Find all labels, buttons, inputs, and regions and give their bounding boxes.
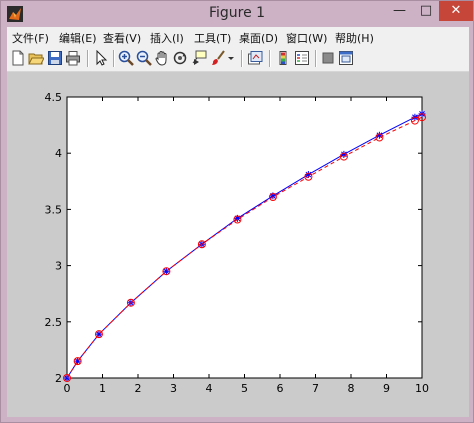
zoom-out-icon[interactable] xyxy=(136,50,152,66)
x-tick-label: 5 xyxy=(241,382,248,395)
legend-icon[interactable] xyxy=(294,50,310,66)
maximize-button[interactable]: □ xyxy=(413,1,439,21)
x-tick-label: 3 xyxy=(170,382,177,395)
x-tick-label: 1 xyxy=(99,382,106,395)
x-tick-label: 0 xyxy=(64,382,71,395)
toolbar-separator xyxy=(113,50,115,67)
y-tick-label: 2 xyxy=(55,372,62,385)
brush-icon[interactable] xyxy=(210,50,226,66)
link-plot-icon[interactable] xyxy=(247,50,263,66)
title-bar[interactable]: Figure 1 — □ ✕ xyxy=(1,1,473,27)
x-tick-label: 9 xyxy=(383,382,390,395)
hide-plot-tools-icon[interactable] xyxy=(320,50,336,66)
menu-tools[interactable]: 工具(T) xyxy=(194,30,231,46)
menu-edit[interactable]: 编辑(E) xyxy=(59,30,97,46)
y-tick-label: 4.5 xyxy=(45,91,63,104)
menu-help[interactable]: 帮助(H) xyxy=(335,30,374,46)
y-tick-label: 4 xyxy=(55,147,62,160)
toolbar-separator xyxy=(87,50,89,67)
zoom-in-icon[interactable] xyxy=(118,50,134,66)
colorbar-icon[interactable] xyxy=(275,50,291,66)
figure-window: Figure 1 — □ ✕ 文件(F) 编辑(E) 查看(V) 插入(I) 工… xyxy=(0,0,474,423)
x-tick-label: 8 xyxy=(348,382,355,395)
axes-box[interactable] xyxy=(66,96,423,379)
menu-window[interactable]: 窗口(W) xyxy=(286,30,327,46)
brush-dropdown-icon[interactable] xyxy=(227,50,235,66)
menu-insert[interactable]: 插入(I) xyxy=(150,30,184,46)
x-tick-label: 10 xyxy=(415,382,429,395)
x-tick-label: 7 xyxy=(312,382,319,395)
menu-file[interactable]: 文件(F) xyxy=(12,30,49,46)
figure-canvas: 0 1 2 3 4 5 6 7 8 9 10 2 2.5 3 3.5 4 4.5 xyxy=(7,72,469,417)
save-icon[interactable] xyxy=(47,50,63,66)
menu-desktop[interactable]: 桌面(D) xyxy=(239,30,278,46)
menu-view[interactable]: 查看(V) xyxy=(103,30,141,46)
new-figure-icon[interactable] xyxy=(10,50,26,66)
x-tick-label: 4 xyxy=(206,382,213,395)
pointer-icon[interactable] xyxy=(93,50,109,66)
x-tick-label: 6 xyxy=(277,382,284,395)
y-tick-label: 2.5 xyxy=(45,316,63,329)
show-plot-tools-icon[interactable] xyxy=(338,50,354,66)
plot-svg: 0 1 2 3 4 5 6 7 8 9 10 2 2.5 3 3.5 4 4.5 xyxy=(45,91,430,395)
toolbar-separator xyxy=(269,50,271,67)
print-icon[interactable] xyxy=(65,50,81,66)
toolbar-separator xyxy=(315,50,317,67)
y-tick-label: 3 xyxy=(55,260,62,273)
figure-toolbar xyxy=(7,46,469,72)
open-file-icon[interactable] xyxy=(28,50,44,66)
toolbar-separator xyxy=(241,50,243,67)
pan-hand-icon[interactable] xyxy=(154,50,170,66)
close-button[interactable]: ✕ xyxy=(439,1,473,21)
x-tick-label: 2 xyxy=(135,382,142,395)
minimize-button[interactable]: — xyxy=(386,1,413,21)
data-cursor-icon[interactable] xyxy=(191,50,207,66)
menu-bar: 文件(F) 编辑(E) 查看(V) 插入(I) 工具(T) 桌面(D) 窗口(W… xyxy=(7,27,469,46)
y-tick-label: 3.5 xyxy=(45,203,63,216)
rotate-3d-icon[interactable] xyxy=(172,50,188,66)
